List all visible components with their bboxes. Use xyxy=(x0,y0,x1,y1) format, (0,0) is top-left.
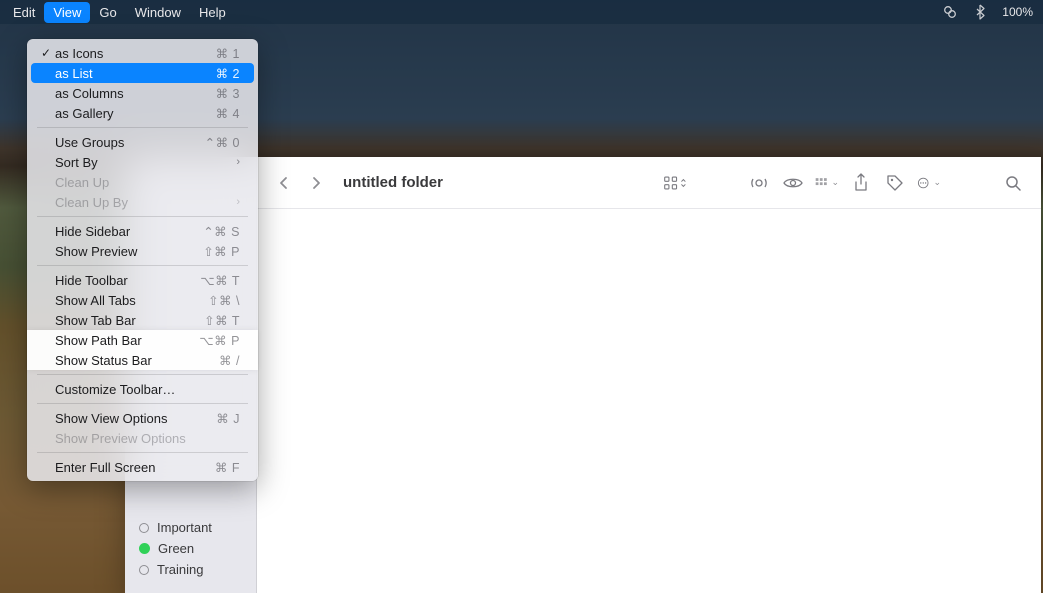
share-icon[interactable] xyxy=(849,171,873,195)
menu-item-label: as Gallery xyxy=(55,106,114,121)
menu-item[interactable]: Hide Toolbar ⌥⌘ T xyxy=(31,270,254,290)
menu-shortcut: ⌘ 4 xyxy=(216,106,240,121)
menu-item-label: Clean Up xyxy=(55,175,109,190)
control-center-icon[interactable] xyxy=(942,4,958,20)
tag-dot-icon xyxy=(139,543,150,554)
menu-shortcut: ⌃⌘ 0 xyxy=(205,135,240,150)
menu-shortcut: ⌘ 1 xyxy=(216,46,240,61)
finder-window: Important Green Training untitled folder xyxy=(125,157,1041,593)
menu-item[interactable]: Show View Options ⌘ J xyxy=(31,408,254,428)
sidebar-tag-label: Training xyxy=(157,562,203,577)
group-button[interactable]: ⌄ xyxy=(815,171,839,195)
finder-toolbar: untitled folder ⌄ xyxy=(257,157,1041,209)
menu-item-label: as Columns xyxy=(55,86,124,101)
menubar-item-window[interactable]: Window xyxy=(126,2,190,23)
menu-item-label: Show View Options xyxy=(55,411,168,426)
menu-item[interactable]: Hide Sidebar ⌃⌘ S xyxy=(31,221,254,241)
menu-separator xyxy=(37,265,248,266)
menu-item-label: Use Groups xyxy=(55,135,124,150)
menu-item-label: Show All Tabs xyxy=(55,293,136,308)
menu-item[interactable]: Enter Full Screen ⌘ F xyxy=(31,457,254,477)
tags-icon[interactable] xyxy=(883,171,907,195)
menu-item[interactable]: ✓as Icons ⌘ 1 xyxy=(31,43,254,63)
back-button[interactable] xyxy=(273,172,295,194)
menu-item: Clean Up By › xyxy=(31,192,254,212)
menu-shortcut: ⌘ J xyxy=(216,411,240,426)
search-icon[interactable] xyxy=(1001,171,1025,195)
menubar-item-edit[interactable]: Edit xyxy=(4,2,44,23)
menu-item[interactable]: as List ⌘ 2 xyxy=(31,63,254,83)
menu-shortcut: ⌃⌘ S xyxy=(203,224,240,239)
menu-item-label: Enter Full Screen xyxy=(55,460,155,475)
menu-shortcut: ⌥⌘ T xyxy=(200,273,240,288)
menu-item-label: Show Path Bar xyxy=(55,333,142,348)
view-mode-button[interactable] xyxy=(663,171,687,195)
menubar: Edit View Go Window Help 100% xyxy=(0,0,1043,24)
window-title: untitled folder xyxy=(343,174,443,191)
tag-dot-icon xyxy=(139,565,149,575)
menu-item[interactable]: as Columns ⌘ 3 xyxy=(31,83,254,103)
sidebar-tag-important[interactable]: Important xyxy=(125,517,256,538)
view-menu-dropdown: ✓as Icons ⌘ 1 as List ⌘ 2 as Columns ⌘ 3 as Ga… xyxy=(27,39,258,481)
menu-separator xyxy=(37,127,248,128)
battery-percentage: 100% xyxy=(1002,5,1033,19)
menu-separator xyxy=(37,374,248,375)
menu-shortcut: ⌥⌘ P xyxy=(199,333,240,348)
tag-dot-icon xyxy=(139,523,149,533)
menu-item[interactable]: Show All Tabs ⇧⌘ \ xyxy=(31,290,254,310)
menu-item-label: Show Tab Bar xyxy=(55,313,136,328)
menu-item-label: Hide Sidebar xyxy=(55,224,130,239)
menu-item: Show Preview Options xyxy=(31,428,254,448)
menu-item[interactable]: Show Path Bar ⌥⌘ P xyxy=(31,330,254,350)
chevron-down-icon: ⌄ xyxy=(831,177,839,188)
sidebar-tag-label: Important xyxy=(157,520,212,535)
menu-item[interactable]: Sort By › xyxy=(31,152,254,172)
menu-shortcut: ⌘ F xyxy=(215,460,240,475)
menu-item[interactable]: Show Tab Bar ⇧⌘ T xyxy=(31,310,254,330)
menu-item-label: as Icons xyxy=(55,46,103,61)
menubar-item-view[interactable]: View xyxy=(44,2,90,23)
menu-shortcut: ⇧⌘ \ xyxy=(208,293,240,308)
sidebar-tag-green[interactable]: Green xyxy=(125,538,256,559)
sidebar-tag-label: Green xyxy=(158,541,194,556)
menu-item-label: Show Status Bar xyxy=(55,353,152,368)
finder-content-area[interactable] xyxy=(257,209,1041,593)
bluetooth-icon[interactable] xyxy=(972,4,988,20)
menu-item-label: as List xyxy=(55,66,93,81)
menu-shortcut: ⇧⌘ T xyxy=(204,313,240,328)
forward-button[interactable] xyxy=(305,172,327,194)
menu-item: Clean Up xyxy=(31,172,254,192)
menu-item[interactable]: as Gallery ⌘ 4 xyxy=(31,103,254,123)
airdrop-icon[interactable] xyxy=(747,171,771,195)
menu-item-label: Hide Toolbar xyxy=(55,273,128,288)
menubar-item-go[interactable]: Go xyxy=(90,2,125,23)
menu-item[interactable]: Show Status Bar ⌘ / xyxy=(31,350,254,370)
menu-item-label: Sort By xyxy=(55,155,98,170)
menu-item[interactable]: Use Groups ⌃⌘ 0 xyxy=(31,132,254,152)
finder-main: untitled folder ⌄ xyxy=(257,157,1041,593)
chevron-right-icon: › xyxy=(236,156,240,168)
menu-shortcut: ⌘ 2 xyxy=(216,66,240,81)
menu-item-label: Clean Up By xyxy=(55,195,128,210)
menu-item-label: Show Preview xyxy=(55,244,137,259)
menu-shortcut: ⇧⌘ P xyxy=(203,244,240,259)
menu-item-label: Customize Toolbar… xyxy=(55,382,175,397)
menu-shortcut: ⌘ / xyxy=(219,353,240,368)
check-icon: ✓ xyxy=(39,46,53,60)
menubar-item-help[interactable]: Help xyxy=(190,2,235,23)
more-actions-button[interactable]: ⌄ xyxy=(917,171,941,195)
quicklook-icon[interactable] xyxy=(781,171,805,195)
chevron-updown-icon xyxy=(680,177,687,189)
menu-separator xyxy=(37,452,248,453)
menu-item-label: Show Preview Options xyxy=(55,431,186,446)
menu-item[interactable]: Show Preview ⇧⌘ P xyxy=(31,241,254,261)
menu-shortcut: ⌘ 3 xyxy=(216,86,240,101)
chevron-right-icon: › xyxy=(236,196,240,208)
sidebar-tag-training[interactable]: Training xyxy=(125,559,256,580)
menu-separator xyxy=(37,216,248,217)
menu-separator xyxy=(37,403,248,404)
chevron-down-icon: ⌄ xyxy=(933,177,941,188)
menu-item[interactable]: Customize Toolbar… xyxy=(31,379,254,399)
